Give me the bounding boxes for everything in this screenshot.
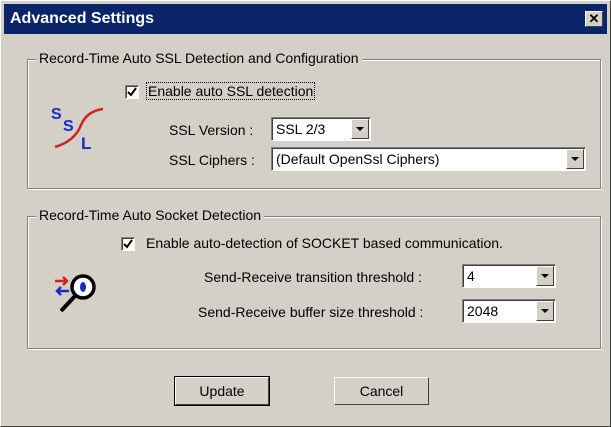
ssl-letter-s1: S [51, 106, 62, 123]
advanced-settings-dialog: Advanced Settings ✕ Record-Time Auto SSL… [0, 0, 611, 427]
update-button[interactable]: Update [174, 376, 270, 406]
ssl-version-dropdown-arrow[interactable] [351, 119, 369, 139]
cancel-button-label: Cancel [359, 383, 404, 399]
ssl-group-legend: Record-Time Auto SSL Detection and Confi… [36, 50, 362, 66]
enable-socket-label[interactable]: Enable auto-detection of SOCKET based co… [146, 235, 503, 251]
enable-ssl-label[interactable]: Enable auto SSL detection [145, 82, 316, 100]
ssl-version-select[interactable]: SSL 2/3 [271, 117, 371, 141]
buffer-threshold-label: Send-Receive buffer size threshold : [198, 304, 424, 320]
window-title: Advanced Settings [10, 10, 155, 27]
ssl-icon: S S L [47, 101, 107, 157]
ssl-version-label: SSL Version : [169, 122, 254, 138]
update-button-label: Update [199, 383, 245, 399]
ssl-ciphers-label: SSL Ciphers : [169, 152, 255, 168]
title-bar[interactable]: Advanced Settings ✕ [4, 4, 607, 34]
ssl-letter-l: L [81, 134, 91, 153]
ssl-version-value: SSL 2/3 [276, 121, 326, 137]
socket-group-legend: Record-Time Auto Socket Detection [36, 207, 265, 223]
socket-icon-graphic [55, 274, 96, 313]
transition-threshold-value: 4 [467, 268, 475, 284]
buffer-threshold-dropdown-arrow[interactable] [536, 301, 554, 321]
close-icon: ✕ [588, 11, 600, 26]
transition-threshold-select[interactable]: 4 [462, 264, 556, 288]
ssl-ciphers-value: (Default OpenSsl Ciphers) [276, 151, 440, 167]
ssl-ciphers-select[interactable]: (Default OpenSsl Ciphers) [271, 147, 586, 171]
enable-ssl-checkbox[interactable] [125, 85, 139, 99]
buffer-threshold-value: 2048 [467, 303, 499, 319]
transition-threshold-dropdown-arrow[interactable] [536, 266, 554, 286]
ssl-letter-s2: S [63, 118, 74, 135]
checkmark-icon [123, 239, 133, 249]
close-button[interactable]: ✕ [585, 11, 603, 27]
transition-threshold-label: Send-Receive transition threshold : [204, 269, 422, 285]
buffer-threshold-select[interactable]: 2048 [462, 299, 556, 323]
ssl-ciphers-dropdown-arrow[interactable] [566, 149, 584, 169]
socket-detection-icon [53, 271, 103, 315]
ssl-icon-graphic: S S L [51, 106, 104, 153]
cancel-button[interactable]: Cancel [334, 377, 429, 405]
checkmark-icon [127, 87, 137, 97]
enable-socket-checkbox[interactable] [121, 237, 135, 251]
